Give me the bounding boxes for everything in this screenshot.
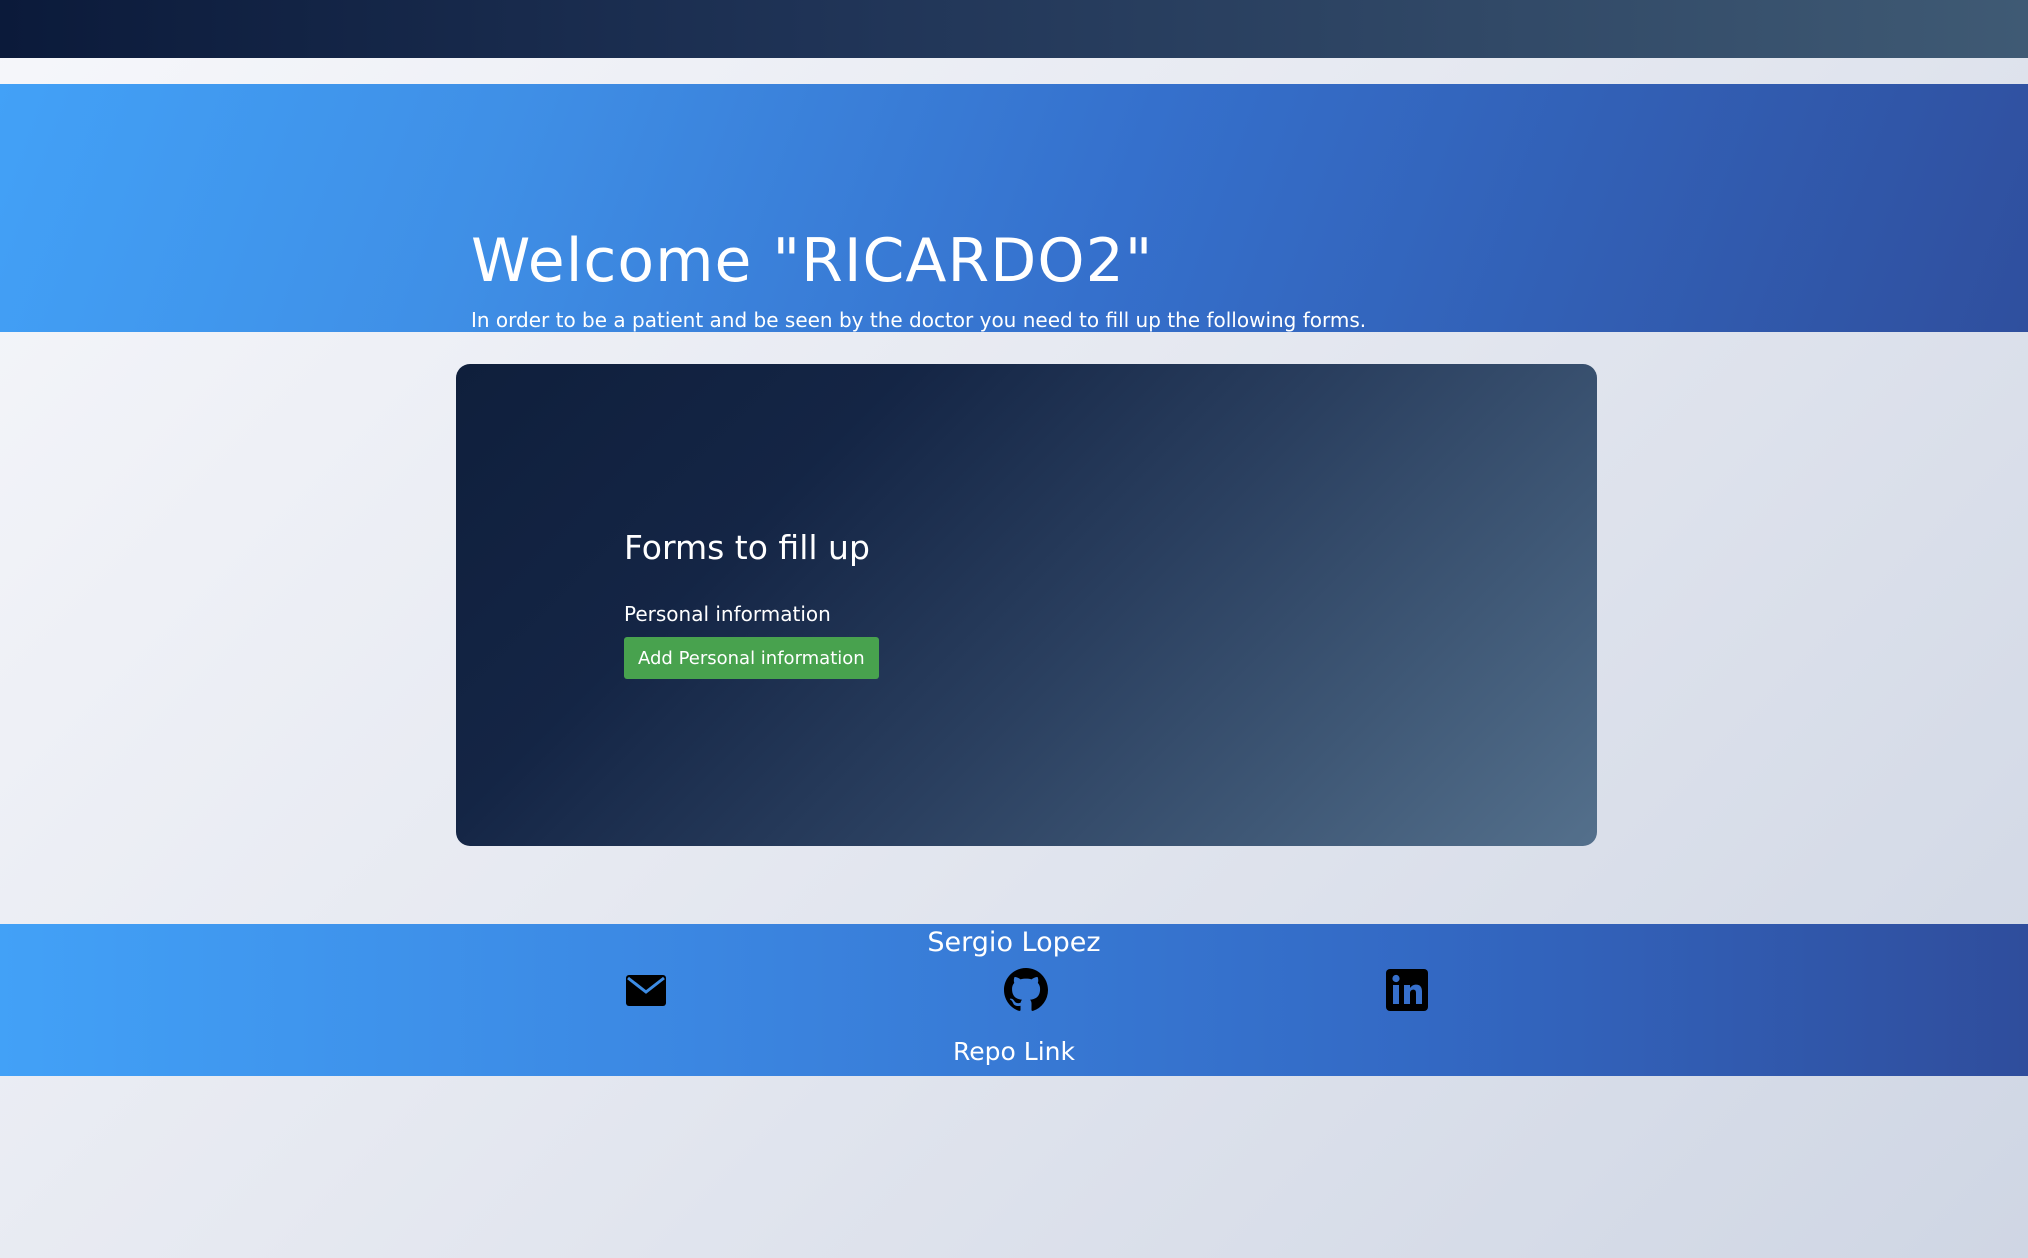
linkedin-icon[interactable] bbox=[1385, 968, 1429, 1012]
forms-title: Forms to fill up bbox=[624, 528, 870, 567]
github-icon[interactable] bbox=[1004, 968, 1048, 1012]
forms-card: Forms to fill up Personal information Ad… bbox=[456, 364, 1597, 846]
welcome-title: Welcome "RICARDO2" bbox=[471, 226, 1154, 296]
welcome-subtitle: In order to be a patient and be seen by … bbox=[471, 308, 1367, 332]
personal-information-label: Personal information bbox=[624, 602, 831, 626]
repo-link[interactable]: Repo Link bbox=[0, 1036, 2028, 1068]
footer-author-name: Sergio Lopez bbox=[927, 927, 1101, 958]
welcome-banner: Welcome "RICARDO2" In order to be a pati… bbox=[0, 84, 2028, 332]
footer: Sergio Lopez Repo Link bbox=[0, 924, 2028, 1076]
add-personal-information-button[interactable]: Add Personal information bbox=[624, 637, 879, 679]
top-navbar bbox=[0, 0, 2028, 58]
mail-icon[interactable] bbox=[624, 968, 668, 1012]
